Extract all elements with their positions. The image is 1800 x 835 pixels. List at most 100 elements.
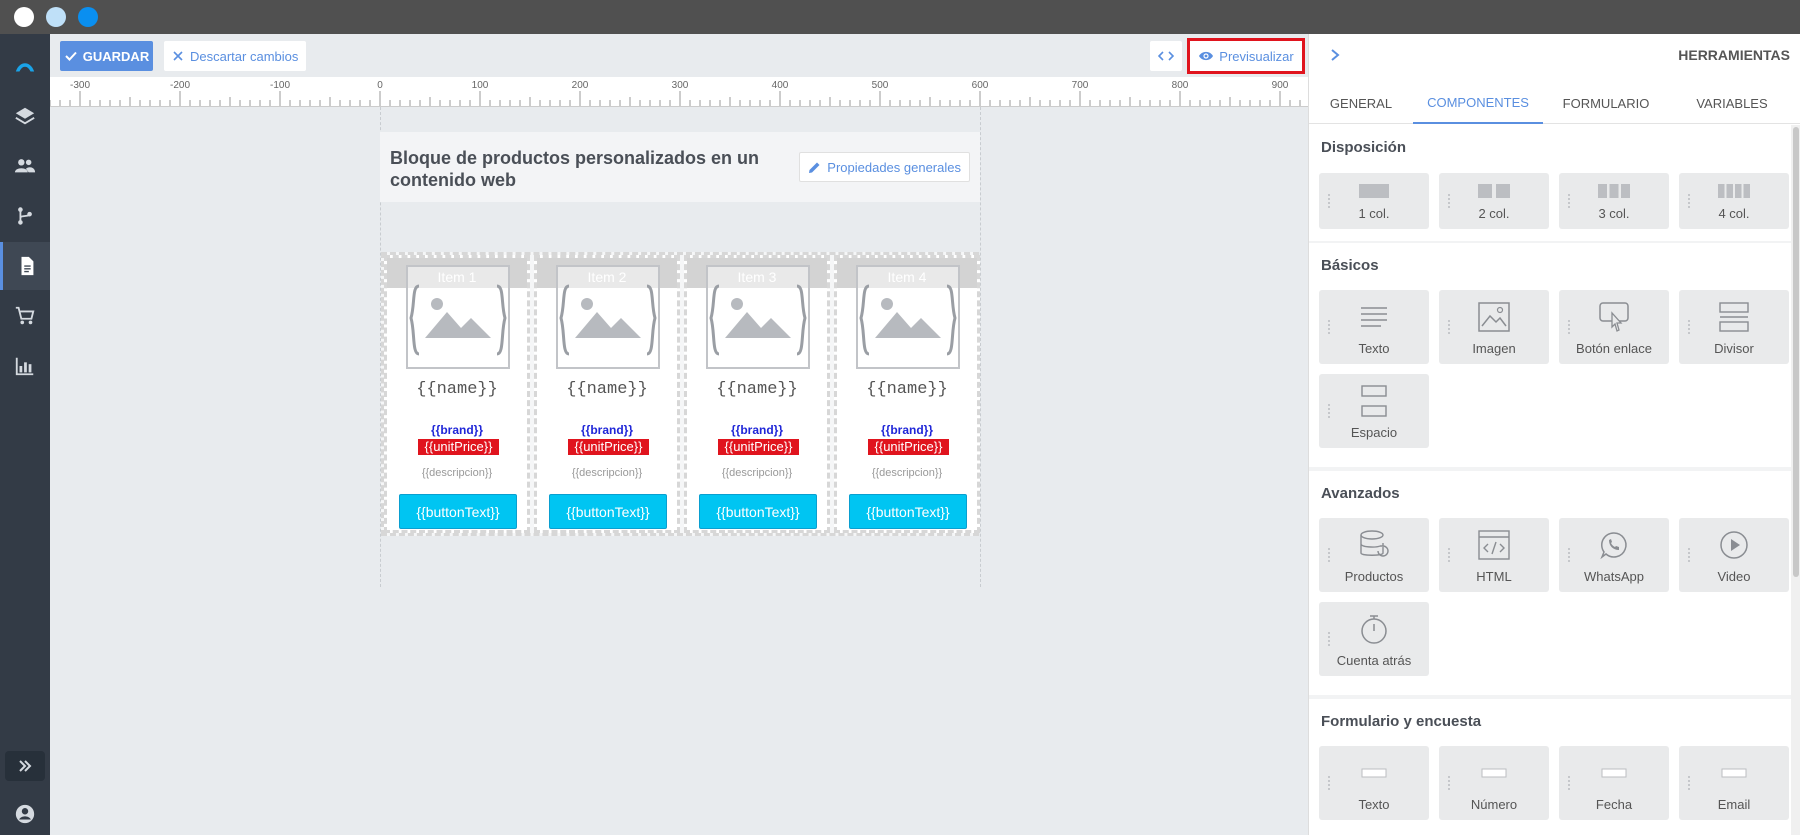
tile-label: 2 col. (1478, 206, 1510, 221)
tile-label: Texto (1358, 797, 1390, 812)
spacer-tile[interactable]: Espacio (1319, 374, 1429, 448)
image-placeholder-icon (859, 284, 957, 356)
video-tile[interactable]: Video (1679, 518, 1789, 592)
account-icon[interactable] (0, 790, 50, 835)
chevron-right-icon[interactable] (1329, 46, 1341, 67)
users-icon[interactable] (0, 142, 50, 190)
form-text-tile[interactable]: Texto (1319, 746, 1429, 820)
text-tile[interactable]: Texto (1319, 290, 1429, 364)
panel-scrollbar[interactable] (1791, 125, 1800, 835)
item-button[interactable]: {{buttonText}} (399, 494, 517, 529)
ruler-label: 300 (672, 80, 689, 91)
countdown-tile[interactable]: Cuenta atrás (1319, 602, 1429, 676)
click-button-icon (1559, 300, 1669, 334)
window-minimize-dot[interactable] (46, 7, 66, 27)
tile-label: 4 col. (1718, 206, 1750, 221)
tile-label: Espacio (1350, 425, 1398, 440)
logo-icon[interactable] (0, 42, 50, 90)
products-block[interactable]: Item 1 {{name}} {{brand}} {{unitPrice}} … (381, 252, 980, 536)
window-close-dot[interactable] (14, 7, 34, 27)
item-brand: {{brand}} (580, 423, 633, 437)
product-item[interactable]: Item 2 {{name}} {{brand}} {{unitPrice}} … (534, 255, 680, 533)
tile-label: Divisor (1714, 341, 1754, 356)
tab-variables[interactable]: VARIABLES (1669, 82, 1795, 124)
form-number-tile[interactable]: Número (1439, 746, 1549, 820)
item-brand: {{brand}} (730, 423, 783, 437)
item-description: {{descripcion}} (871, 467, 943, 479)
expand-icon[interactable] (5, 751, 45, 781)
link-button-tile[interactable]: Botón enlace (1559, 290, 1669, 364)
block-header: Bloque de productos personalizados en un… (380, 132, 980, 202)
item-name: {{name}} (566, 380, 648, 399)
horizontal-ruler: -300 -200 -100 0 100 200 300 400 500 600 700 800 900 (50, 77, 1308, 107)
close-icon (173, 51, 183, 61)
item-button[interactable]: {{buttonText}} (849, 494, 967, 529)
chart-icon[interactable] (0, 342, 50, 390)
layout-2-col-tile[interactable]: 2 col. (1439, 173, 1549, 229)
item-button[interactable]: {{buttonText}} (699, 494, 817, 529)
tab-componentes[interactable]: COMPONENTES (1413, 82, 1543, 124)
divider-tile[interactable]: Divisor (1679, 290, 1789, 364)
product-item[interactable]: Item 4 {{name}} {{brand}} {{unitPrice}} … (834, 255, 980, 533)
pencil-icon (809, 162, 820, 173)
window-maximize-dot[interactable] (78, 7, 98, 27)
products-tile[interactable]: Productos (1319, 518, 1429, 592)
input-field-icon (1319, 756, 1429, 790)
image-tile[interactable]: Imagen (1439, 290, 1549, 364)
tile-label: 3 col. (1598, 206, 1630, 221)
code-view-button[interactable] (1150, 41, 1182, 71)
image-placeholder-icon (559, 284, 657, 356)
layout-3-col-tile[interactable]: 3 col. (1559, 173, 1669, 229)
ruler-label: 700 (1072, 80, 1089, 91)
tile-label: Video (1717, 569, 1751, 584)
general-properties-button[interactable]: Propiedades generales (799, 152, 970, 182)
three-column-icon (1559, 183, 1669, 199)
image-placeholder-icon (409, 284, 507, 356)
discard-changes-button[interactable]: Descartar cambios (164, 41, 307, 71)
tile-label: Cuenta atrás (1336, 653, 1412, 668)
cart-icon[interactable] (0, 292, 50, 340)
item-price: {{unitPrice}} (868, 439, 949, 455)
product-item[interactable]: Item 3 {{name}} {{brand}} {{unitPrice}} … (684, 255, 830, 533)
panel-title: HERRAMIENTAS (1678, 47, 1790, 63)
general-properties-label: Propiedades generales (827, 159, 961, 175)
form-date-tile[interactable]: Fecha (1559, 746, 1669, 820)
tab-general[interactable]: GENERAL (1309, 82, 1413, 124)
tile-label: Número (1470, 797, 1518, 812)
preview-button-label: Previsualizar (1219, 48, 1294, 64)
scrollbar-thumb[interactable] (1793, 127, 1799, 577)
tile-label: HTML (1476, 569, 1512, 584)
ruler-label: 500 (872, 80, 889, 91)
panel-tabs: GENERAL COMPONENTES FORMULARIO VARIABLES (1309, 82, 1800, 124)
code-icon (1158, 51, 1174, 61)
section-title: Avanzados (1321, 485, 1400, 502)
whatsapp-icon (1559, 528, 1669, 562)
whatsapp-tile[interactable]: WhatsApp (1559, 518, 1669, 592)
two-column-icon (1439, 183, 1549, 199)
product-item[interactable]: Item 1 {{name}} {{brand}} {{unitPrice}} … (384, 255, 530, 533)
preview-button[interactable]: Previsualizar (1187, 38, 1305, 74)
database-sync-icon (1319, 528, 1429, 562)
divider-icon (1679, 300, 1789, 334)
tab-formulario[interactable]: FORMULARIO (1543, 82, 1669, 124)
layout-1-col-tile[interactable]: 1 col. (1319, 173, 1429, 229)
item-description: {{descripcion}} (721, 467, 793, 479)
play-icon (1679, 528, 1789, 562)
discard-changes-label: Descartar cambios (190, 48, 299, 64)
ruler-label: 100 (472, 80, 489, 91)
item-price: {{unitPrice}} (568, 439, 649, 455)
ruler-label: 800 (1172, 80, 1189, 91)
document-icon[interactable] (0, 242, 50, 290)
section-avanzados: Avanzados Productos HTML WhatsApp Video (1309, 471, 1791, 695)
item-button[interactable]: {{buttonText}} (549, 494, 667, 529)
form-email-tile[interactable]: Email (1679, 746, 1789, 820)
tile-label: WhatsApp (1584, 569, 1644, 584)
save-button[interactable]: GUARDAR (60, 41, 153, 71)
input-field-icon (1679, 756, 1789, 790)
ruler-label: 200 (572, 80, 589, 91)
layout-4-col-tile[interactable]: 4 col. (1679, 173, 1789, 229)
one-column-icon (1319, 183, 1429, 199)
layers-icon[interactable] (0, 92, 50, 140)
flow-icon[interactable] (0, 192, 50, 240)
html-tile[interactable]: HTML (1439, 518, 1549, 592)
